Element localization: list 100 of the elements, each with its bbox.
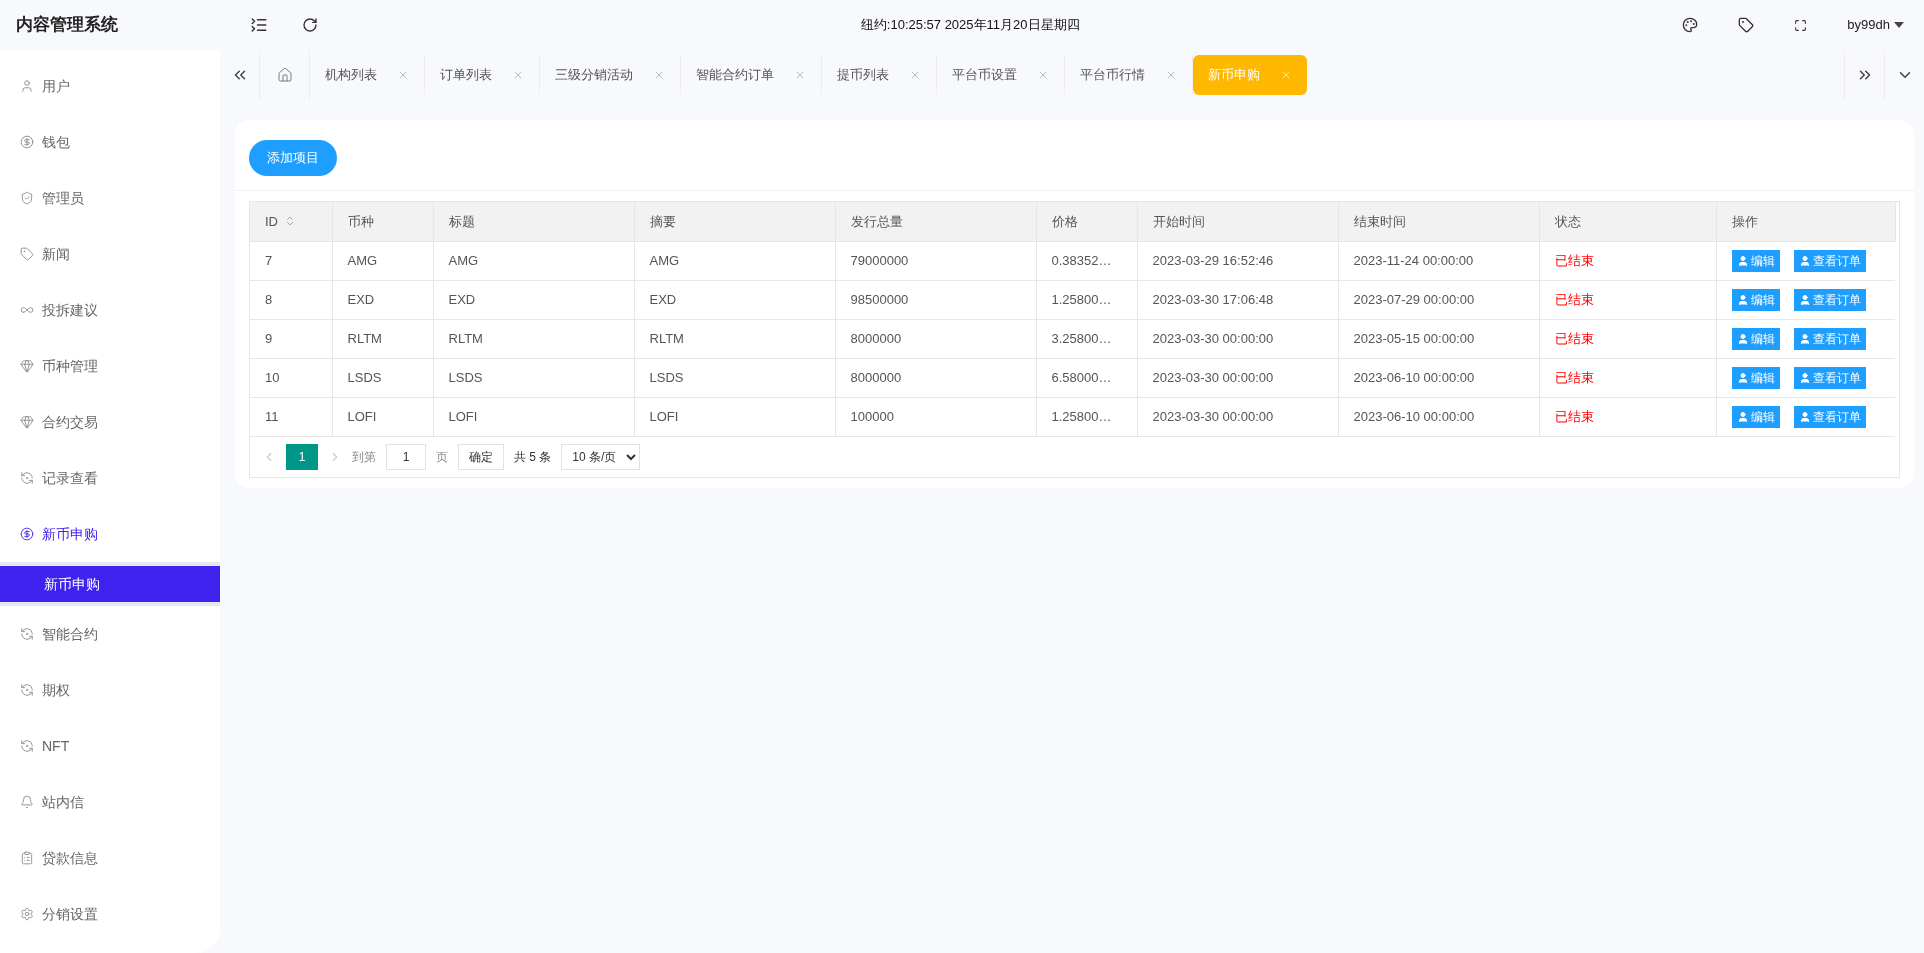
dollar-coin-icon <box>20 527 34 541</box>
tag-icon[interactable] <box>1738 17 1755 33</box>
settings-icon <box>20 907 34 921</box>
gem-icon <box>20 359 34 373</box>
sidebar-item[interactable]: 记录查看 <box>0 450 220 506</box>
close-icon[interactable] <box>512 69 524 81</box>
sidebar-item[interactable]: 智能合约 <box>0 606 220 662</box>
gem-icon <box>20 415 34 429</box>
close-icon[interactable] <box>653 69 665 81</box>
table-cell: 1.25800… <box>1051 408 1112 424</box>
sidebar-item[interactable]: 贷款信息 <box>0 830 220 886</box>
table-cell: LOFI <box>649 408 679 424</box>
sidebar-item[interactable]: 合约交易 <box>0 394 220 450</box>
sidebar-item[interactable]: 站内信 <box>0 774 220 830</box>
user-icon <box>1736 254 1749 267</box>
close-icon[interactable] <box>794 69 806 81</box>
status-text: 已结束 <box>1554 291 1594 307</box>
sidebar-item[interactable]: 投拆建议 <box>0 282 220 338</box>
refresh-icon[interactable] <box>302 17 318 33</box>
status-text: 已结束 <box>1554 252 1594 268</box>
page-unit-label: 页 <box>436 448 448 466</box>
table-cell: 2023-03-30 00:00:00 <box>1152 408 1274 424</box>
table-cell: 6.58000… <box>1051 369 1112 385</box>
page-size-select[interactable]: 10 条/页 <box>561 443 641 470</box>
table-cell: 10 <box>265 369 280 385</box>
table-cell: LSDS <box>649 369 684 385</box>
sidebar-subitem[interactable]: 新币申购 <box>0 562 220 606</box>
goto-label: 到第 <box>352 448 376 466</box>
sidebar-item[interactable]: 期权 <box>0 662 220 718</box>
tab[interactable]: 平台币设置 <box>937 55 1065 95</box>
table-cell: 2023-06-10 00:00:00 <box>1353 408 1475 424</box>
close-icon[interactable] <box>1280 69 1292 81</box>
table-cell: 2023-03-30 00:00:00 <box>1152 330 1274 346</box>
column-header: 开始时间 <box>1152 212 1205 231</box>
table-cell: 2023-06-10 00:00:00 <box>1353 369 1475 385</box>
status-text: 已结束 <box>1554 408 1594 424</box>
sidebar-item[interactable]: 新币申购 <box>0 506 220 562</box>
table-cell: EXD <box>347 291 375 307</box>
header-cell[interactable]: ID <box>250 202 332 241</box>
table-cell: 9 <box>265 330 273 346</box>
sidebar-item[interactable]: 钱包 <box>0 114 220 170</box>
user-menu[interactable]: by99dh <box>1847 15 1904 35</box>
user-icon <box>1798 254 1811 267</box>
table-cell: 7 <box>265 252 273 268</box>
fullscreen-icon[interactable] <box>1794 18 1808 32</box>
bell-icon <box>20 795 34 809</box>
table-cell: LSDS <box>347 369 382 385</box>
close-icon[interactable] <box>909 69 921 81</box>
caret-icon <box>1894 22 1904 28</box>
page-button[interactable]: 1 <box>286 443 318 470</box>
table-cell: RLTM <box>649 330 684 346</box>
column-header: ID <box>265 212 278 231</box>
sidebar-item[interactable]: 管理员 <box>0 170 220 226</box>
user-icon <box>1736 293 1749 306</box>
user-icon <box>1798 293 1811 306</box>
status-text: 已结束 <box>1554 369 1594 385</box>
sidebar-item[interactable]: 分销设置 <box>0 886 220 942</box>
sidebar-item[interactable]: 币种管理 <box>0 338 220 394</box>
table-cell: 98500000 <box>850 291 909 307</box>
tab[interactable]: 提币列表 <box>822 55 937 95</box>
status-text: 已结束 <box>1554 330 1594 346</box>
menu-collapse-icon[interactable] <box>250 16 268 34</box>
table-cell: RLTM <box>347 330 382 346</box>
confirm-button[interactable]: 确定 <box>458 443 504 470</box>
table-cell: 8000000 <box>850 369 902 385</box>
table-cell: EXD <box>649 291 677 307</box>
table-cell: 2023-11-24 00:00:00 <box>1353 252 1474 268</box>
cycle-icon <box>20 471 34 485</box>
sidebar-item[interactable]: 用户 <box>0 58 220 114</box>
table-cell: 8000000 <box>850 330 902 346</box>
column-header: 币种 <box>347 212 374 231</box>
user-icon <box>1798 371 1811 384</box>
close-icon[interactable] <box>1037 69 1049 81</box>
tab[interactable]: 三级分销活动 <box>540 55 681 95</box>
table-cell: 79000000 <box>850 252 909 268</box>
sidebar-item[interactable]: 新闻 <box>0 226 220 282</box>
shield-check-icon <box>20 191 34 205</box>
table-cell: 11 <box>265 408 279 424</box>
table-cell: 2023-07-29 00:00:00 <box>1353 291 1475 307</box>
sidebar-item[interactable]: NFT <box>0 718 220 774</box>
user-icon <box>1736 332 1749 345</box>
user-icon <box>1736 371 1749 384</box>
page-input[interactable]: 1 <box>386 443 426 470</box>
sort-icon[interactable] <box>284 215 296 228</box>
tab[interactable]: 机构列表 <box>310 55 425 95</box>
table-cell: 3.25800… <box>1051 330 1112 346</box>
user-icon <box>1798 410 1811 423</box>
table-cell: AMG <box>649 252 680 268</box>
close-icon[interactable] <box>397 69 409 81</box>
home-icon <box>276 67 293 83</box>
close-icon[interactable] <box>1165 69 1177 81</box>
palette-icon[interactable] <box>1682 17 1699 33</box>
column-header: 状态 <box>1554 212 1581 231</box>
table-cell: LOFI <box>347 408 377 424</box>
table-cell: 0.38352… <box>1051 252 1112 268</box>
column-header: 标题 <box>448 212 475 231</box>
tab[interactable]: 智能合约订单 <box>681 55 822 95</box>
column-header: 价格 <box>1051 212 1078 231</box>
column-header: 操作 <box>1731 212 1758 231</box>
tab[interactable]: 订单列表 <box>425 55 540 95</box>
